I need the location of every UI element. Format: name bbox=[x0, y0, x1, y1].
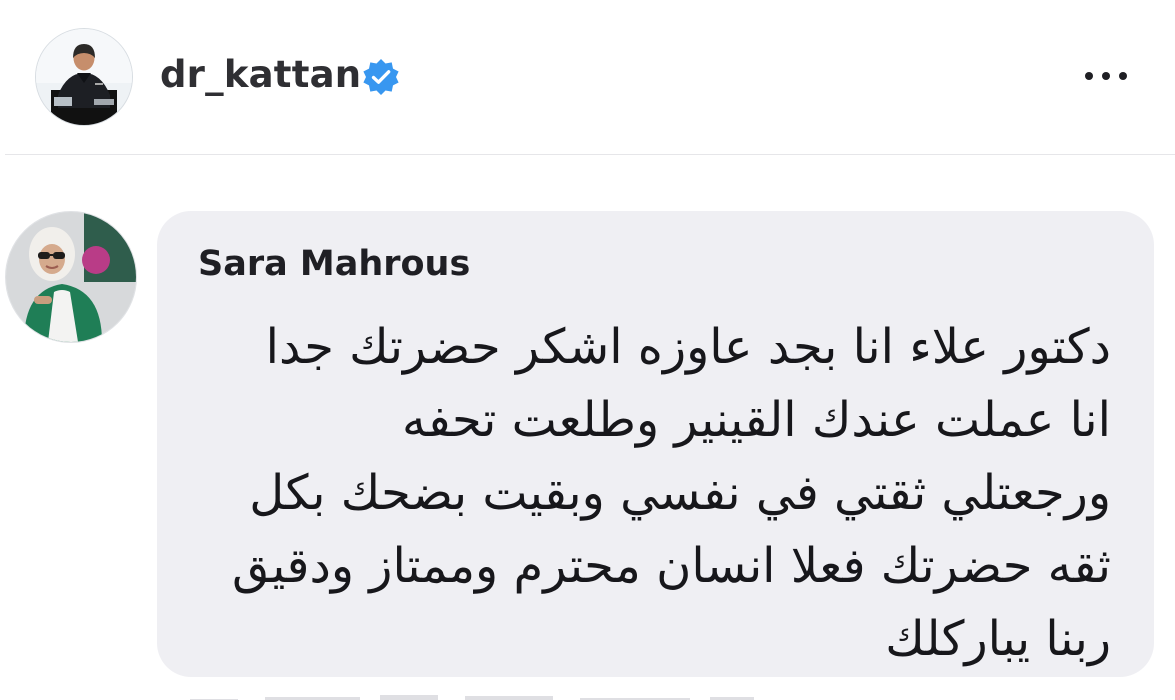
post-header: dr_kattan bbox=[0, 0, 1175, 155]
comment-bubble: Sara Mahrous دكتور علاء انا بجد عاوزه اش… bbox=[157, 211, 1154, 677]
author-avatar-image bbox=[36, 29, 132, 125]
comment-line: ورجعتلي ثقتي في نفسي وبقيت بضحك بكل bbox=[249, 465, 1111, 521]
verified-badge-icon bbox=[361, 57, 401, 97]
next-comment-peek bbox=[190, 688, 760, 700]
comment-line: ربنا يباركلك bbox=[885, 611, 1111, 667]
comment-line: ثقه حضرتك فعلا انسان محترم وممتاز ودقيق bbox=[232, 538, 1111, 594]
header-divider bbox=[5, 154, 1175, 155]
more-options-icon bbox=[1085, 72, 1127, 80]
comment-text: دكتور علاء انا بجد عاوزه اشكر حضرتك جدا … bbox=[181, 311, 1111, 676]
author-username[interactable]: dr_kattan bbox=[160, 50, 361, 100]
comment-author-avatar-image bbox=[6, 212, 136, 342]
comment-line: دكتور علاء انا بجد عاوزه اشكر حضرتك جدا bbox=[265, 319, 1111, 375]
author-avatar[interactable] bbox=[35, 28, 133, 126]
comment-author-avatar[interactable] bbox=[5, 211, 137, 343]
more-options-button[interactable] bbox=[1078, 60, 1134, 92]
commenter-name[interactable]: Sara Mahrous bbox=[198, 242, 470, 286]
comment-line: انا عملت عندك القينير وطلعت تحفه bbox=[401, 392, 1111, 448]
